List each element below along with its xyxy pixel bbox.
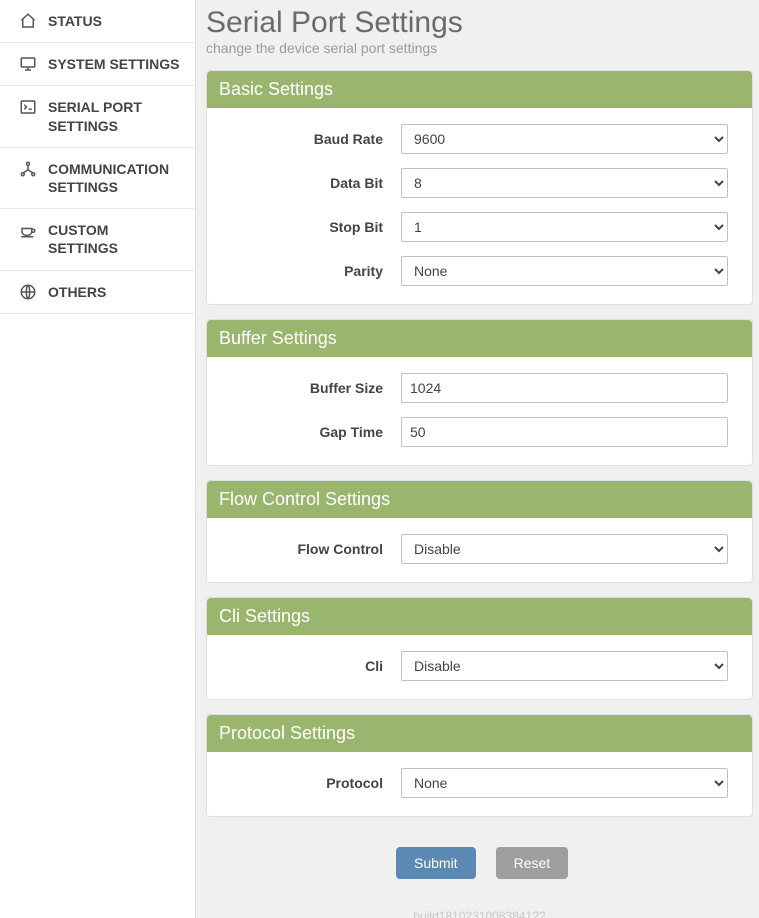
- buffer-size-label: Buffer Size: [231, 380, 401, 396]
- baud-rate-select[interactable]: 9600: [401, 124, 728, 154]
- monitor-icon: [18, 55, 38, 73]
- row-buffer-size: Buffer Size: [231, 373, 728, 403]
- sidebar-item-label: CUSTOM SETTINGS: [48, 221, 181, 257]
- buffer-size-input[interactable]: [401, 373, 728, 403]
- data-bit-select[interactable]: 8: [401, 168, 728, 198]
- row-baud-rate: Baud Rate 9600: [231, 124, 728, 154]
- row-data-bit: Data Bit 8: [231, 168, 728, 198]
- button-row: Submit Reset: [206, 847, 753, 879]
- panel-cli-settings: Cli Settings Cli Disable: [206, 597, 753, 700]
- sidebar-item-label: STATUS: [48, 12, 102, 30]
- sidebar-item-label: SERIAL PORT SETTINGS: [48, 98, 181, 134]
- sidebar-item-communication-settings[interactable]: COMMUNICATION SETTINGS: [0, 148, 195, 209]
- panel-header: Basic Settings: [207, 71, 752, 108]
- row-stop-bit: Stop Bit 1: [231, 212, 728, 242]
- stop-bit-label: Stop Bit: [231, 219, 401, 235]
- globe-icon: [18, 283, 38, 301]
- row-flow-control: Flow Control Disable: [231, 534, 728, 564]
- sidebar-item-system-settings[interactable]: SYSTEM SETTINGS: [0, 43, 195, 86]
- sidebar: STATUS SYSTEM SETTINGS SERIAL PORT SETTI…: [0, 0, 196, 918]
- flow-control-label: Flow Control: [231, 541, 401, 557]
- submit-button[interactable]: Submit: [396, 847, 476, 879]
- sidebar-item-label: COMMUNICATION SETTINGS: [48, 160, 181, 196]
- row-cli: Cli Disable: [231, 651, 728, 681]
- panel-header: Flow Control Settings: [207, 481, 752, 518]
- panel-header: Cli Settings: [207, 598, 752, 635]
- data-bit-label: Data Bit: [231, 175, 401, 191]
- sidebar-item-serial-port-settings[interactable]: SERIAL PORT SETTINGS: [0, 86, 195, 147]
- network-icon: [18, 160, 38, 178]
- row-protocol: Protocol None: [231, 768, 728, 798]
- stop-bit-select[interactable]: 1: [401, 212, 728, 242]
- cli-label: Cli: [231, 658, 401, 674]
- page-title: Serial Port Settings: [206, 6, 753, 40]
- row-parity: Parity None: [231, 256, 728, 286]
- sidebar-item-status[interactable]: STATUS: [0, 0, 195, 43]
- panel-header: Buffer Settings: [207, 320, 752, 357]
- panel-buffer-settings: Buffer Settings Buffer Size Gap Time: [206, 319, 753, 466]
- baud-rate-label: Baud Rate: [231, 131, 401, 147]
- flow-control-select[interactable]: Disable: [401, 534, 728, 564]
- parity-select[interactable]: None: [401, 256, 728, 286]
- main-content: Serial Port Settings change the device s…: [196, 0, 759, 918]
- sidebar-item-custom-settings[interactable]: CUSTOM SETTINGS: [0, 209, 195, 270]
- house-icon: [18, 12, 38, 30]
- sidebar-item-label: OTHERS: [48, 283, 106, 301]
- panel-basic-settings: Basic Settings Baud Rate 9600 Data Bit 8…: [206, 70, 753, 305]
- page-subtitle: change the device serial port settings: [206, 40, 753, 56]
- sidebar-item-label: SYSTEM SETTINGS: [48, 55, 179, 73]
- panel-header: Protocol Settings: [207, 715, 752, 752]
- row-gap-time: Gap Time: [231, 417, 728, 447]
- parity-label: Parity: [231, 263, 401, 279]
- panel-protocol-settings: Protocol Settings Protocol None: [206, 714, 753, 817]
- footer-build: build18102310083841??: [206, 909, 753, 918]
- terminal-icon: [18, 98, 38, 116]
- sidebar-item-others[interactable]: OTHERS: [0, 271, 195, 314]
- panel-flow-control-settings: Flow Control Settings Flow Control Disab…: [206, 480, 753, 583]
- gap-time-input[interactable]: [401, 417, 728, 447]
- gap-time-label: Gap Time: [231, 424, 401, 440]
- protocol-select[interactable]: None: [401, 768, 728, 798]
- reset-button[interactable]: Reset: [496, 847, 569, 879]
- cli-select[interactable]: Disable: [401, 651, 728, 681]
- protocol-label: Protocol: [231, 775, 401, 791]
- coffee-icon: [18, 221, 38, 239]
